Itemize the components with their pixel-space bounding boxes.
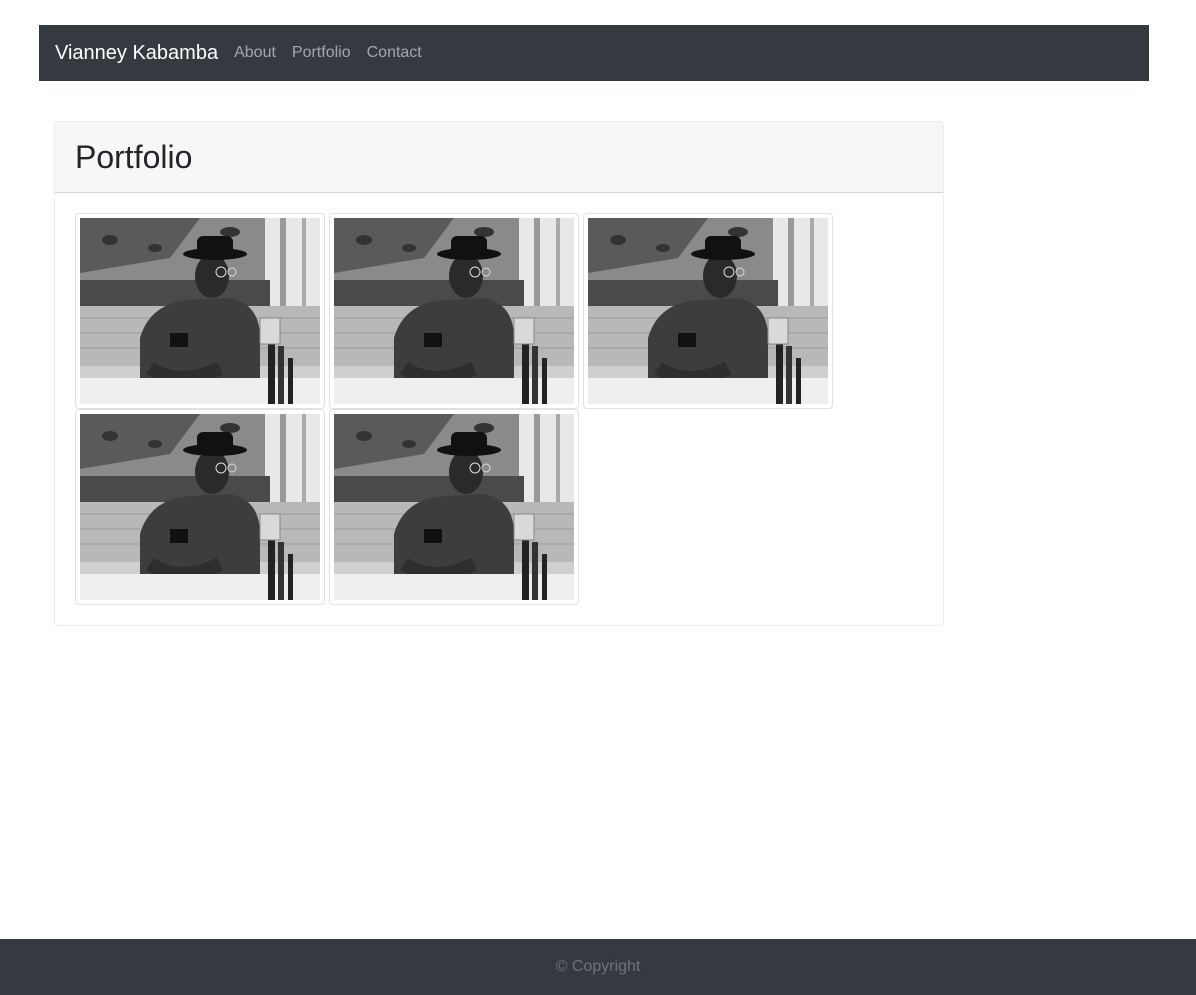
top-navbar: Vianney Kabamba About Portfolio Contact bbox=[39, 25, 1149, 81]
page-footer: © Copyright bbox=[0, 939, 1196, 995]
nav-link-contact[interactable]: Contact bbox=[367, 44, 422, 62]
portfolio-card: Portfolio bbox=[54, 121, 944, 626]
portfolio-card-header: Portfolio bbox=[55, 122, 943, 193]
brand-link[interactable]: Vianney Kabamba bbox=[55, 42, 218, 65]
portfolio-image[interactable] bbox=[75, 213, 325, 409]
nav-link-portfolio[interactable]: Portfolio bbox=[292, 44, 351, 62]
portfolio-image[interactable] bbox=[583, 213, 833, 409]
page-title: Portfolio bbox=[75, 138, 193, 175]
nav-link-about[interactable]: About bbox=[234, 44, 276, 62]
copyright-text: © Copyright bbox=[555, 958, 641, 975]
portfolio-image[interactable] bbox=[329, 213, 579, 409]
portfolio-gallery bbox=[75, 213, 833, 605]
portfolio-image[interactable] bbox=[75, 409, 325, 605]
nav-links: About Portfolio Contact bbox=[234, 44, 422, 62]
portfolio-image[interactable] bbox=[329, 409, 579, 605]
